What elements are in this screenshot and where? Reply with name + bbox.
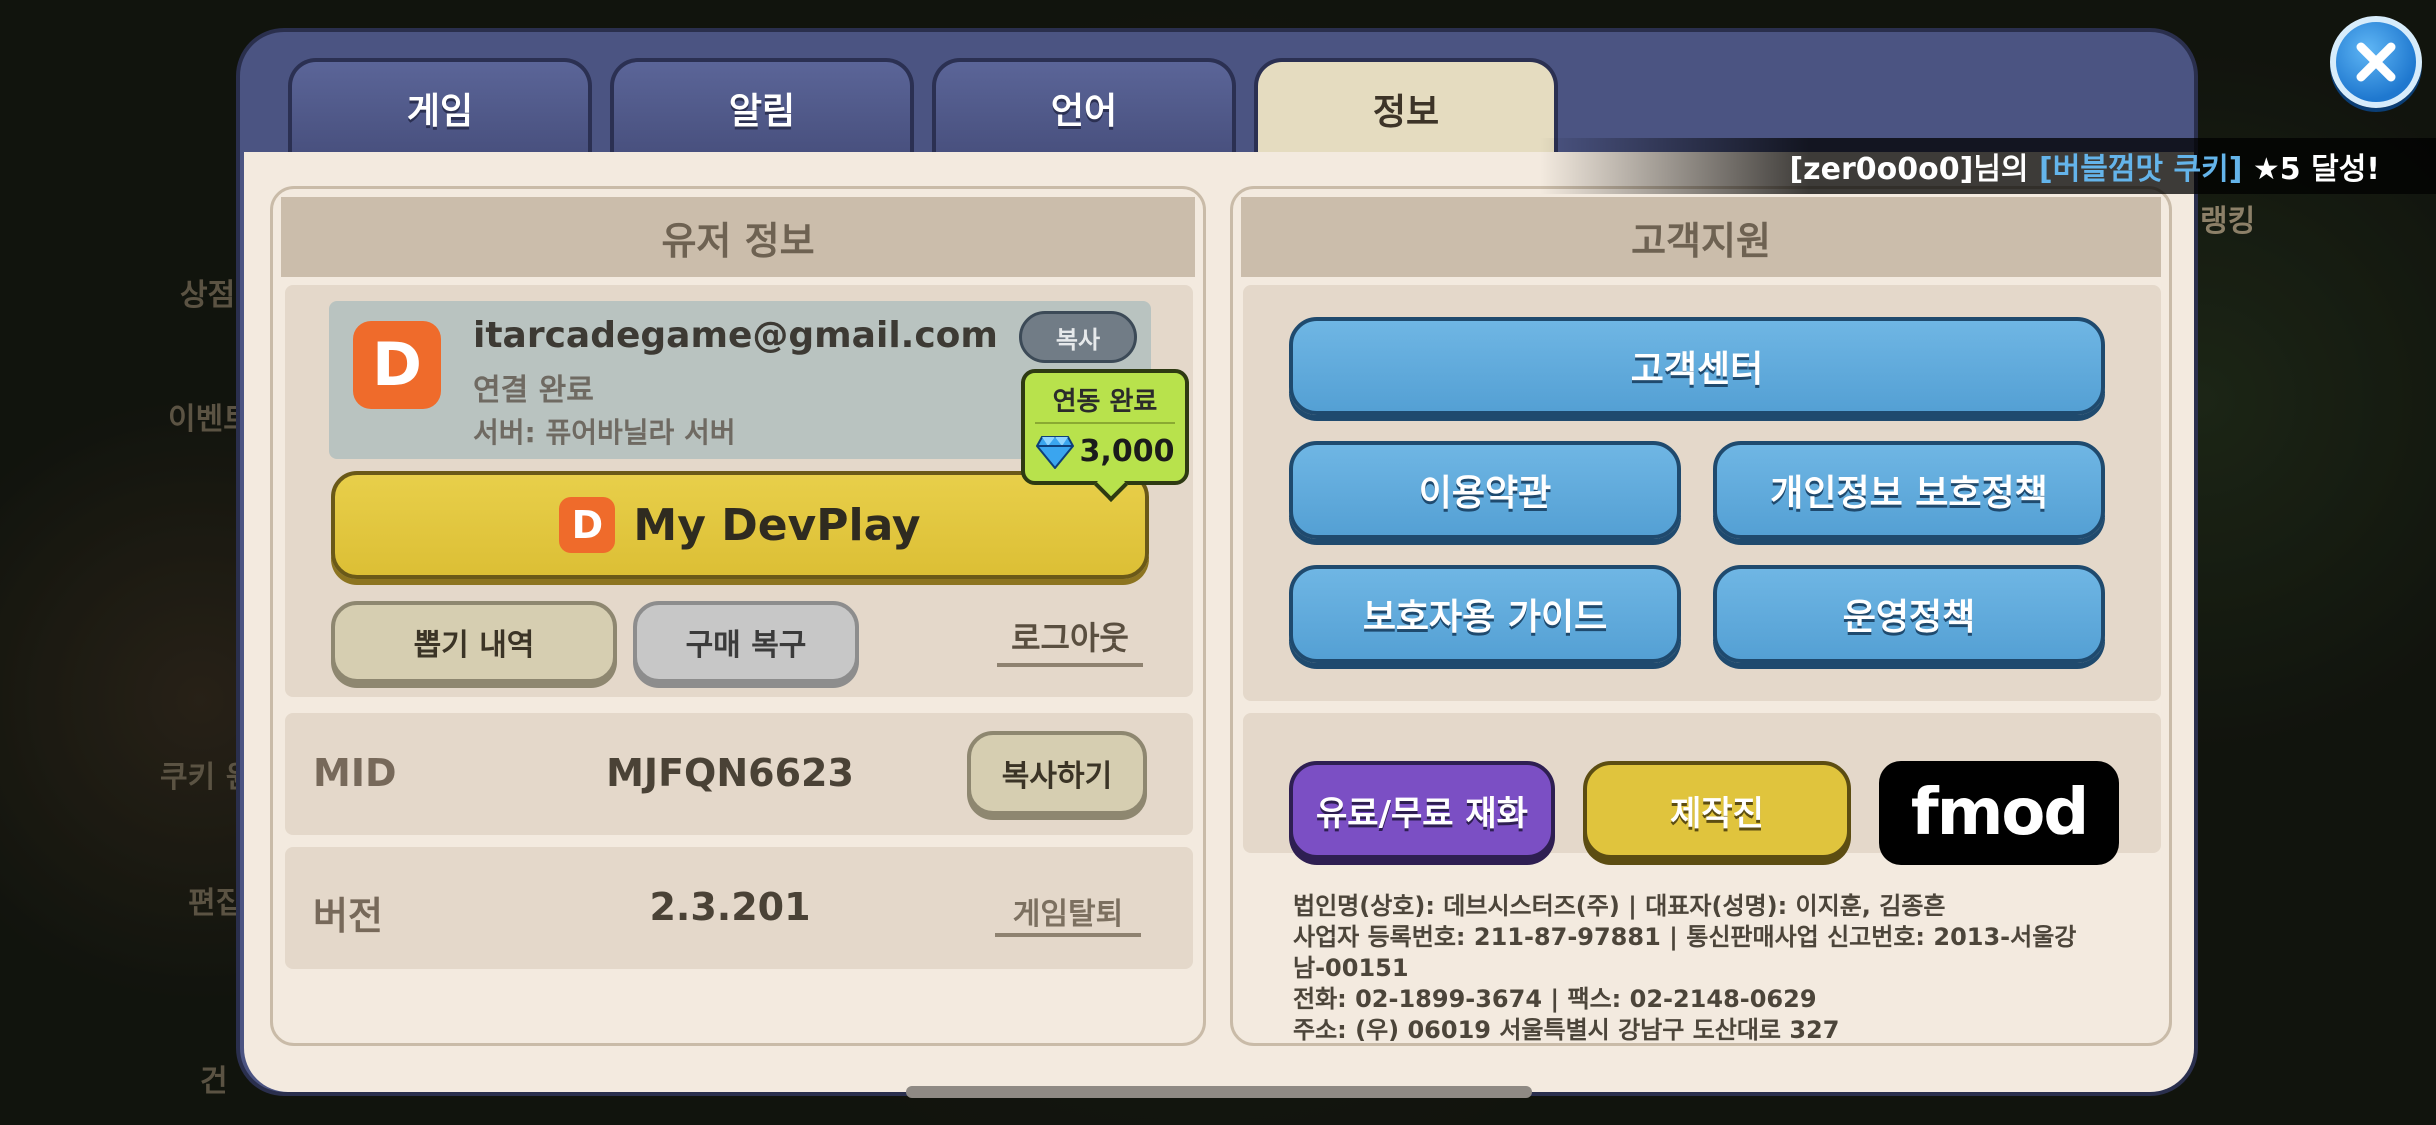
version-value: 2.3.201 xyxy=(649,885,811,929)
notice-suffix: ★5 달성! xyxy=(2242,152,2380,187)
version-label: 버전 xyxy=(313,894,383,938)
user-info-header: 유저 정보 xyxy=(281,197,1195,277)
company-info: 법인명(상호): 데브시스터즈(주) | 대표자(성명): 이지훈, 김종흔 사… xyxy=(1293,891,2169,1046)
my-devplay-button[interactable]: D My DevPlay xyxy=(331,471,1149,579)
mid-row: MID MJFQN6623 복사하기 xyxy=(285,713,1193,835)
mid-label: MID xyxy=(313,751,397,795)
restore-purchase-button[interactable]: 구매 복구 xyxy=(633,601,859,683)
paid-free-currency-button[interactable]: 유료/무료 재화 xyxy=(1289,761,1555,859)
devplay-logo: D xyxy=(353,321,441,409)
gem-icon xyxy=(1035,435,1074,469)
support-panel: 고객지원 고객센터 이용약관 개인정보 보호정책 보호자용 가이드 운영정책 유… xyxy=(1230,186,2172,1046)
privacy-policy-button[interactable]: 개인정보 보호정책 xyxy=(1713,441,2105,539)
modal-content: 유저 정보 D itarcadegame@gmail.com 연결 완료 서버:… xyxy=(244,152,2194,1092)
version-row: 버전 2.3.201 게임탈퇴 xyxy=(285,847,1193,969)
logout-link[interactable]: 로그아웃 xyxy=(997,613,1143,667)
close-button[interactable] xyxy=(2330,16,2422,108)
copy-email-button[interactable]: 복사 xyxy=(1019,311,1137,363)
tab-bar: 게임 알림 언어 정보 xyxy=(288,58,1558,156)
customer-center-button[interactable]: 고객센터 xyxy=(1289,317,2105,415)
company-info-line: 전화: 02-1899-3674 | 팩스: 02-2148-0629 xyxy=(1293,985,1817,1013)
account-server: 서버: 퓨어바닐라 서버 xyxy=(473,416,736,449)
company-info-line: 법인명(상호): 데브시스터즈(주) | 대표자(성명): 이지훈, 김종흔 xyxy=(1293,892,1946,920)
mid-value: MJFQN6623 xyxy=(606,751,854,795)
account-email: itarcadegame@gmail.com xyxy=(473,315,998,356)
linked-reward-badge: 연동 완료 3,000 xyxy=(1021,369,1189,485)
user-info-panel: 유저 정보 D itarcadegame@gmail.com 연결 완료 서버:… xyxy=(270,186,1206,1046)
achievement-notice: [zer0o0o0]님의 [버블껌맛 쿠키] ★5 달성! xyxy=(1540,138,2436,194)
company-info-line: 주소: (우) 06019 서울특별시 강남구 도산대로 327 xyxy=(1293,1016,1840,1044)
notice-highlight: [버블껌맛 쿠키] xyxy=(2038,152,2243,187)
copy-mid-button[interactable]: 복사하기 xyxy=(967,731,1147,815)
tab-notifications[interactable]: 알림 xyxy=(610,58,914,154)
company-info-line: 사업자 등록번호: 211-87-97881 | 통신판매사업 신고번호: 20… xyxy=(1293,923,2077,982)
close-icon xyxy=(2356,42,2396,82)
notice-prefix: [zer0o0o0]님의 xyxy=(1789,152,2039,187)
account-status: 연결 완료 xyxy=(473,373,594,408)
operation-policy-button[interactable]: 운영정책 xyxy=(1713,565,2105,663)
tab-info[interactable]: 정보 xyxy=(1254,58,1558,156)
linked-badge-title: 연동 완료 xyxy=(1035,381,1175,424)
fmod-logo-text: fmod xyxy=(1910,776,2089,850)
bg-label-ranking: 랭킹 xyxy=(2200,204,2256,239)
credits-button[interactable]: 제작진 xyxy=(1583,761,1851,859)
fmod-logo[interactable]: fmod xyxy=(1879,761,2119,865)
devplay-mini-logo: D xyxy=(559,497,616,553)
withdraw-link[interactable]: 게임탈퇴 xyxy=(995,889,1141,937)
linked-badge-reward: 3,000 xyxy=(1079,434,1175,469)
support-header: 고객지원 xyxy=(1241,197,2161,277)
tab-game[interactable]: 게임 xyxy=(288,58,592,154)
guardian-guide-button[interactable]: 보호자용 가이드 xyxy=(1289,565,1681,663)
my-devplay-label: My DevPlay xyxy=(633,499,921,551)
terms-button[interactable]: 이용약관 xyxy=(1289,441,1681,539)
tab-language[interactable]: 언어 xyxy=(932,58,1236,154)
bottom-scrollbar[interactable] xyxy=(906,1086,1532,1098)
gacha-history-button[interactable]: 뽑기 내역 xyxy=(331,601,617,683)
